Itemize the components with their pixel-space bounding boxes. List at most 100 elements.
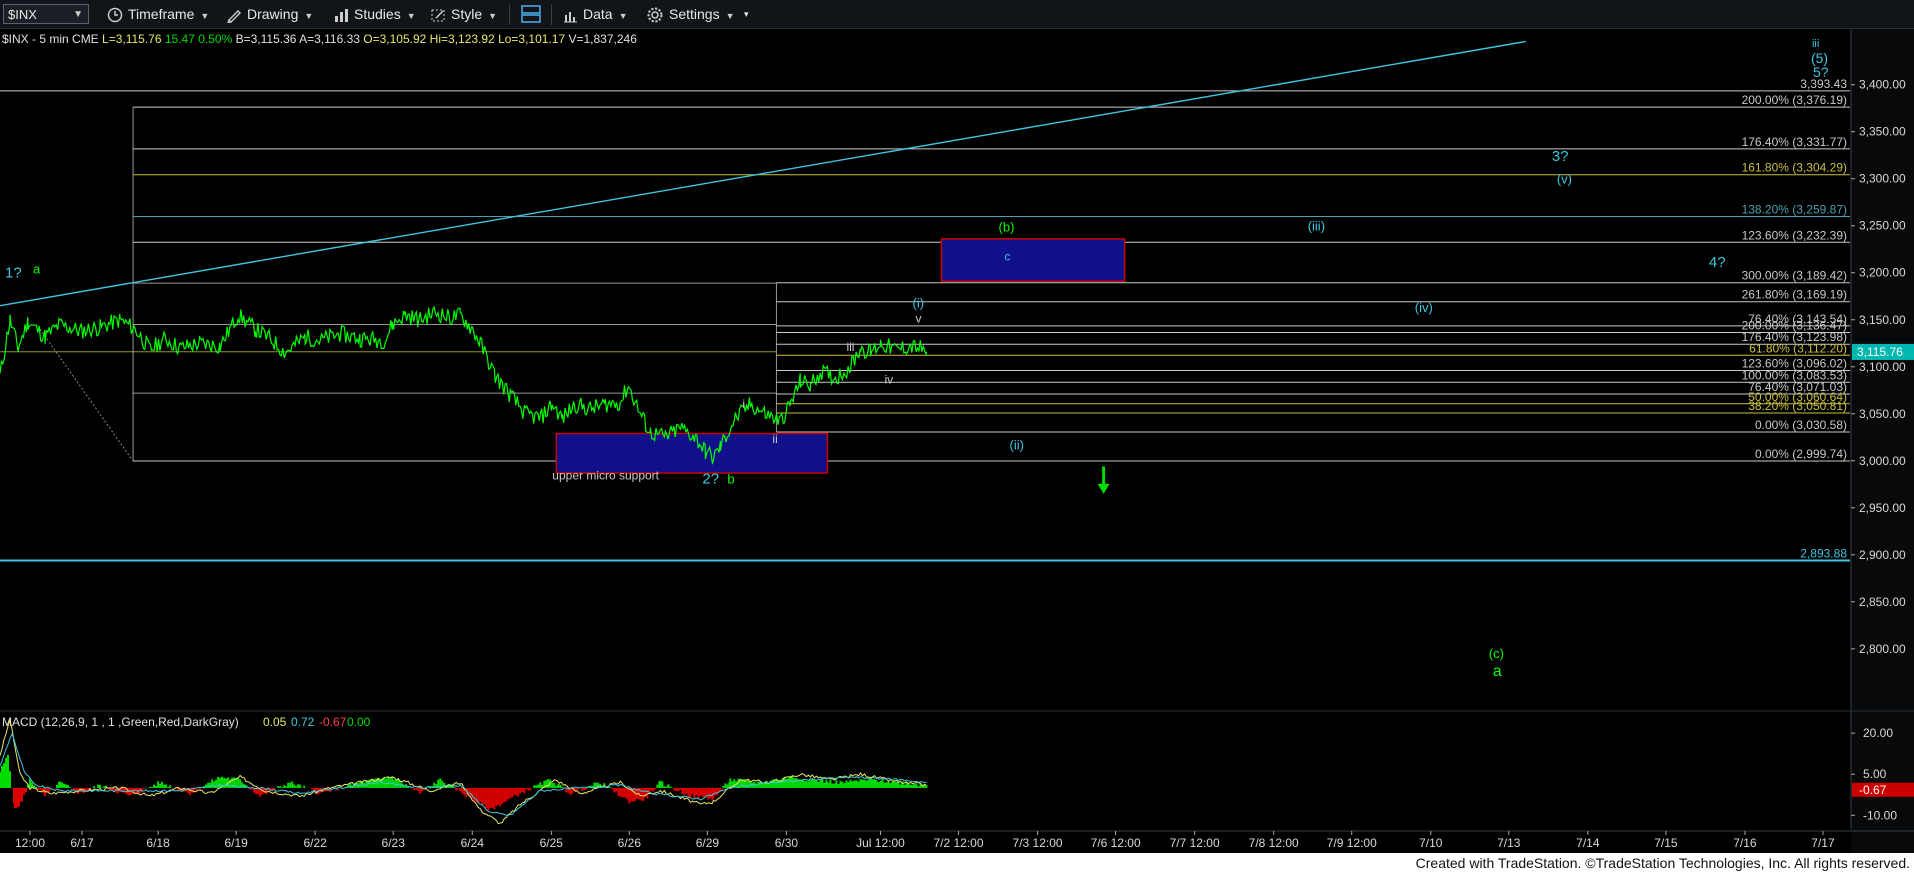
x-tick-label: 7/17	[1811, 836, 1835, 850]
y-tick-label: 3,300.00	[1859, 172, 1906, 186]
last-price-label: 3,115.76	[1857, 345, 1903, 359]
chevron-down-icon[interactable]: ▼	[73, 5, 83, 25]
drawing-menu[interactable]: Drawing ▼	[226, 4, 313, 24]
pencil-icon	[227, 10, 241, 24]
y-tick-label: 2,850.00	[1859, 595, 1906, 609]
header-field: L=3,115.76	[99, 32, 162, 46]
x-tick-label: 7/10	[1419, 836, 1443, 850]
x-tick-label: 6/22	[303, 836, 327, 850]
header-field: 0.50%	[195, 32, 233, 46]
x-tick-label: 7/3 12:00	[1013, 836, 1063, 850]
y-tick-label: 3,150.00	[1859, 313, 1906, 327]
zone-label: c	[1005, 250, 1011, 264]
y-tick-label: 2,800.00	[1859, 642, 1906, 656]
x-tick-label: 6/29	[696, 836, 720, 850]
settings-label: Settings	[669, 6, 720, 22]
copyright-text: Created with TradeStation. ©TradeStation…	[1415, 855, 1910, 871]
y-tick-label: 3,350.00	[1859, 125, 1906, 139]
wave-label: ii	[772, 432, 777, 446]
clock-icon	[107, 8, 123, 23]
wave-label: a	[1493, 663, 1502, 680]
macd-y-tick-label: 20.00	[1863, 726, 1893, 740]
macd-value: -0.67	[319, 715, 347, 729]
fib-level-label: 2,893.88	[1800, 547, 1847, 561]
wave-label: 3?	[1552, 148, 1569, 165]
wave-label: 2?	[702, 470, 719, 487]
header-field: B=3,115.36	[232, 32, 296, 46]
settings-menu[interactable]: Settings ▼	[646, 4, 735, 24]
x-tick-label: 7/9 12:00	[1327, 836, 1377, 850]
macd-y-tick-label: 5.00	[1863, 767, 1887, 781]
wave-label: iv	[884, 373, 893, 387]
gear-icon	[647, 7, 663, 23]
toolbar-overflow-button[interactable]: ▾	[744, 4, 749, 24]
x-tick-label: 12:00	[15, 836, 45, 850]
x-tick-label: 7/15	[1654, 836, 1678, 850]
y-tick-label: 3,250.00	[1859, 219, 1906, 233]
x-tick-label: Jul 12:00	[856, 836, 905, 850]
x-tick-label: 6/24	[461, 836, 485, 850]
layout-icon	[521, 5, 541, 23]
fib-level-label: 261.80% (3,169.19)	[1742, 288, 1847, 302]
timeframe-label: Timeframe	[128, 6, 195, 22]
wave-label: (ii)	[1010, 438, 1024, 453]
toolbar-divider	[551, 4, 552, 25]
header-field: A=3,116.33	[296, 32, 360, 46]
timeframe-menu[interactable]: Timeframe ▼	[107, 4, 209, 24]
layout-button[interactable]	[520, 4, 542, 24]
symbol-selector[interactable]: $INX ▼	[3, 4, 89, 24]
zone-label: upper micro support	[552, 469, 659, 483]
fib-level-label: 176.40% (3,331.77)	[1742, 135, 1847, 149]
fib-level-label: 161.80% (3,304.29)	[1742, 161, 1847, 175]
fib-level-label: 0.00% (3,030.58)	[1755, 418, 1847, 432]
macd-value: 0.05	[263, 715, 287, 729]
macd-y-tick-label: -10.00	[1863, 808, 1897, 822]
x-tick-label: 6/25	[540, 836, 564, 850]
studies-icon	[335, 9, 348, 23]
toolbar-divider	[509, 4, 510, 25]
macd-label: MACD (12,26,9, 1 , 1 ,Green,Red,DarkGray…	[2, 715, 239, 729]
wave-label: (c)	[1489, 646, 1504, 661]
y-tick-label: 3,100.00	[1859, 360, 1906, 374]
x-tick-label: 6/17	[70, 836, 94, 850]
style-icon	[431, 9, 445, 22]
chevron-down-icon: ▼	[725, 11, 735, 21]
chart-background	[0, 29, 1914, 853]
chevron-down-icon: ▼	[304, 11, 314, 21]
fib-level-label: 38.20% (3,050.81)	[1748, 399, 1847, 413]
wave-label: 4?	[1709, 254, 1726, 271]
y-tick-label: 3,050.00	[1859, 407, 1906, 421]
wave-label: 5?	[1813, 64, 1829, 80]
macd-value: 0.72	[291, 715, 315, 729]
fib-level-label: 123.60% (3,232.39)	[1742, 228, 1847, 242]
header-field: 15.47	[162, 32, 196, 46]
chevron-down-icon: ▼	[488, 11, 498, 21]
price-chart[interactable]: $INX - 5 min CME L=3,115.76 15.47 0.50% …	[0, 29, 1914, 853]
chevron-down-icon: ▼	[406, 11, 416, 21]
wave-label: a	[33, 262, 41, 277]
x-tick-label: 7/16	[1733, 836, 1757, 850]
y-tick-label: 2,900.00	[1859, 548, 1906, 562]
data-menu[interactable]: Data ▼	[562, 4, 628, 24]
header-field: V=1,837,246	[565, 32, 637, 46]
macd-value: 0.00	[347, 715, 371, 729]
toolbar: $INX ▼ Timeframe ▼ Drawing ▼ Studies ▼ Styl…	[0, 0, 1914, 29]
wave-label: b	[727, 471, 734, 486]
header-field: $INX - 5 min	[2, 32, 69, 46]
studies-menu[interactable]: Studies ▼	[333, 4, 416, 24]
header-field: CME	[69, 32, 99, 46]
chevron-down-icon: ▼	[200, 11, 210, 21]
x-tick-label: 7/14	[1576, 836, 1600, 850]
style-menu[interactable]: Style ▼	[430, 4, 497, 24]
x-tick-label: 6/18	[146, 836, 170, 850]
x-tick-label: 7/6 12:00	[1091, 836, 1141, 850]
symbol-input[interactable]: $INX	[8, 7, 37, 22]
header-field: Hi=3,123.92	[426, 32, 495, 46]
x-tick-label: 6/19	[224, 836, 248, 850]
fib-level-label: 0.00% (2,999.74)	[1755, 447, 1847, 461]
data-label: Data	[583, 6, 613, 22]
x-tick-label: 7/13	[1497, 836, 1521, 850]
wave-label: iii	[1812, 38, 1819, 50]
x-tick-label: 6/30	[775, 836, 799, 850]
header-field: O=3,105.92	[360, 32, 427, 46]
